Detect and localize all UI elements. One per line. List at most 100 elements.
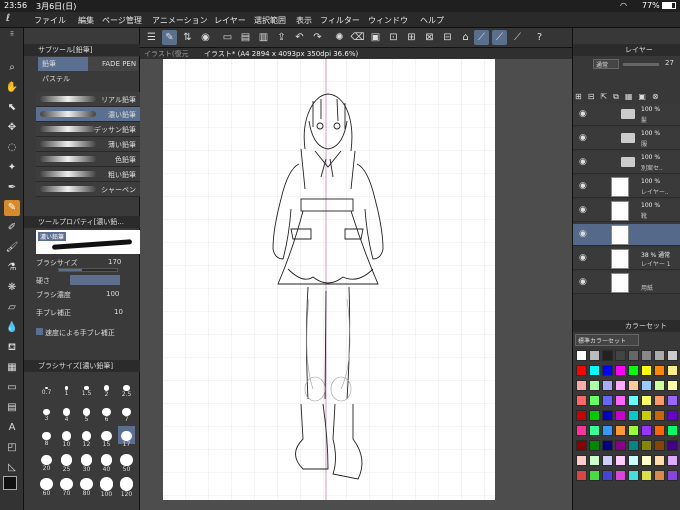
color-swatch[interactable] [602,470,613,481]
color-swatch[interactable] [628,380,639,391]
color-swatch[interactable] [602,365,613,376]
color-swatch[interactable] [576,380,587,391]
undo-icon[interactable]: ↶ [292,30,307,45]
layer-tools-row[interactable]: ⊞⊟⇱⧉▦▣⊗ [575,92,679,102]
color-swatch[interactable] [641,395,652,406]
layer-row[interactable]: ◉ 100 % 髪 [573,104,680,126]
color-swatch[interactable] [615,425,626,436]
menu-file[interactable]: ファイル [34,15,66,26]
save-icon[interactable]: ▥ [256,30,271,45]
brush-size-cell[interactable]: 10 [58,426,75,448]
color-swatch[interactable] [615,380,626,391]
hardness-slider[interactable] [70,275,120,285]
help-icon[interactable]: ? [532,30,547,45]
color-swatch[interactable] [589,425,600,436]
color-swatch[interactable] [576,350,587,361]
color-swatch[interactable] [602,410,613,421]
menu-filter[interactable]: フィルター [320,15,360,26]
color-swatch[interactable] [602,425,613,436]
color-swatch[interactable] [602,455,613,466]
brush-size-cell[interactable]: 100 [98,474,115,498]
brush-size-cell[interactable]: 1.5 [78,378,95,397]
color-swatch[interactable] [615,455,626,466]
tab-pastel[interactable]: パステル [38,72,98,86]
eraser-icon[interactable]: ▱ [4,300,20,316]
invert-icon[interactable]: ⊞ [404,30,419,45]
color-swatch[interactable] [667,380,678,391]
brush-size-cell[interactable]: 1 [58,378,75,397]
brush-size-cell[interactable]: 15 [98,426,115,448]
color-swatch[interactable] [602,395,613,406]
color-swatch[interactable] [628,395,639,406]
visibility-eye-icon[interactable]: ◉ [579,133,587,143]
color-swatch[interactable] [654,425,665,436]
brush-size-slider[interactable] [58,268,118,272]
brush-size-cell[interactable]: 0.7 [38,378,55,396]
hand-tool-icon[interactable]: ✋ [4,80,20,96]
tab-current[interactable]: イラスト* (A4 2894 x 4093px 350dpi 36.6%) [204,49,358,59]
brush-size-cell[interactable]: 5 [78,402,95,423]
visibility-eye-icon[interactable]: ◉ [579,229,587,239]
menu-animation[interactable]: アニメーション [152,15,208,26]
color-swatch[interactable] [654,455,665,466]
brush-size-cell[interactable]: 25 [58,450,75,473]
fill-icon[interactable]: ⌂ [458,30,473,45]
color-swatch[interactable] [667,410,678,421]
color-swatch[interactable] [628,455,639,466]
color-swatch[interactable] [654,470,665,481]
brush-size-cell[interactable]: 8 [38,426,55,447]
color-swatch[interactable] [641,425,652,436]
tab-pencil[interactable]: 鉛筆 [38,57,88,71]
move-tool-icon[interactable]: ✥ [4,120,20,136]
color-swatch[interactable] [641,380,652,391]
deselect-icon[interactable]: ▣ [368,30,383,45]
brush-size-cell[interactable]: 60 [38,474,55,497]
zoom-icon[interactable]: ◉ [198,30,213,45]
menu-selection[interactable]: 選択範囲 [254,15,286,26]
pen-tool-icon[interactable]: ✐ [4,220,20,236]
brush-size-cell[interactable]: 80 [78,474,95,497]
crop-icon[interactable]: ⊡ [386,30,401,45]
color-swatch[interactable] [615,395,626,406]
layer-row[interactable]: ◉ [573,224,680,246]
color-swatch[interactable] [628,470,639,481]
color-set-select[interactable]: 標準カラーセット [575,334,639,346]
color-swatch[interactable] [667,395,678,406]
menu-page[interactable]: ページ管理 [102,15,142,26]
layer-row[interactable]: ◉ 用紙 [573,272,680,294]
opacity-slider[interactable] [623,63,659,66]
visibility-eye-icon[interactable]: ◉ [579,277,587,287]
magic-wand-icon[interactable]: ✦ [4,160,20,176]
shrink-icon[interactable]: ⊟ [440,30,455,45]
color-swatch[interactable] [589,455,600,466]
color-swatch[interactable] [654,440,665,451]
color-swatch[interactable] [602,440,613,451]
color-swatch[interactable] [641,410,652,421]
brush-item-selected[interactable]: 濃い鉛筆 [36,107,140,122]
color-swatch[interactable] [576,395,587,406]
brush-item[interactable]: 粗い鉛筆 [36,167,140,182]
brush-size-cell[interactable]: 7 [118,402,135,423]
color-swatch[interactable] [615,350,626,361]
color-swatch[interactable] [589,470,600,481]
color-swatch[interactable] [589,365,600,376]
color-swatch[interactable] [641,365,652,376]
new-icon[interactable]: ▭ [220,30,235,45]
color-swatch[interactable] [576,425,587,436]
balloon-icon[interactable]: ◰ [4,440,20,456]
brush-size-cell[interactable]: 40 [98,450,115,473]
visibility-eye-icon[interactable]: ◉ [579,181,587,191]
color-swatch[interactable] [576,440,587,451]
visibility-eye-icon[interactable]: ◉ [579,109,587,119]
color-swatch[interactable] [615,410,626,421]
brush-item[interactable]: シャーペン [36,182,140,197]
decoration-icon[interactable]: ❋ [4,280,20,296]
eyedropper-icon[interactable]: ✒ [4,180,20,196]
menu-view[interactable]: 表示 [296,15,312,26]
brush-item[interactable]: 薄い鉛筆 [36,137,140,152]
brush-size-cell[interactable]: 2.5 [118,378,135,398]
color-swatch[interactable] [589,380,600,391]
text-tool-icon[interactable]: A [4,420,20,436]
visibility-eye-icon[interactable]: ◉ [579,205,587,215]
brush-tool-icon[interactable]: 🖌 [4,240,20,256]
